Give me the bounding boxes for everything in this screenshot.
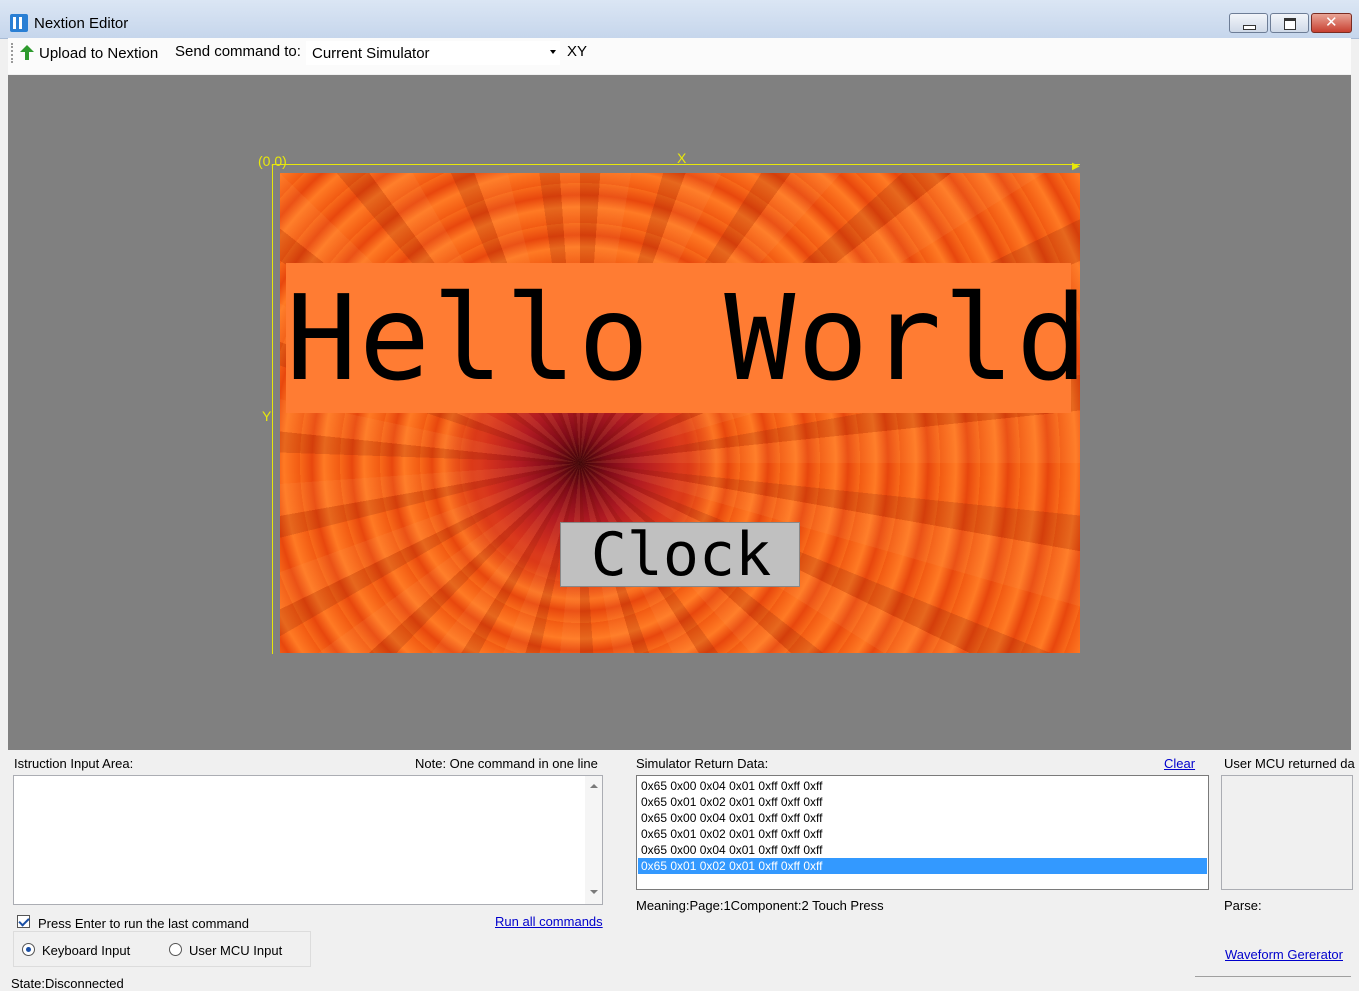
- clear-link[interactable]: Clear: [1164, 756, 1195, 771]
- minimize-button[interactable]: [1229, 13, 1268, 33]
- input-mode-group: Keyboard Input User MCU Input: [13, 931, 311, 967]
- minimize-icon: [1243, 25, 1256, 30]
- x-axis-arrow-icon: ▶: [1072, 161, 1080, 172]
- connection-state: State:Disconnected: [11, 976, 124, 991]
- meaning-text: Meaning:Page:1Component:2 Touch Press: [636, 898, 884, 913]
- xy-toggle[interactable]: XY: [567, 43, 587, 60]
- maximize-button[interactable]: [1270, 13, 1309, 33]
- simulator-return-label: Simulator Return Data:: [636, 756, 769, 771]
- upload-label: Upload to Nextion: [39, 44, 159, 62]
- return-row[interactable]: 0x65 0x01 0x02 0x01 0xff 0xff 0xff: [638, 794, 1207, 810]
- send-target-value: Current Simulator: [312, 45, 430, 62]
- title-bar: Nextion Editor ✕: [0, 0, 1359, 39]
- nextion-screen[interactable]: Hello World!!! Clock: [280, 173, 1080, 653]
- dropdown-arrow-icon: [550, 50, 556, 54]
- return-row[interactable]: 0x65 0x00 0x04 0x01 0xff 0xff 0xff: [638, 810, 1207, 826]
- hello-text-component[interactable]: Hello World!!!: [286, 263, 1080, 413]
- simulator-return-list[interactable]: 0x65 0x00 0x04 0x01 0xff 0xff 0xff 0x65 …: [636, 775, 1209, 890]
- x-axis-label: X: [677, 150, 687, 166]
- return-row[interactable]: 0x65 0x01 0x02 0x01 0xff 0xff 0xff: [638, 826, 1207, 842]
- instruction-note: Note: One command in one line: [415, 756, 598, 771]
- instruction-input-label: Istruction Input Area:: [14, 756, 134, 771]
- send-target-dropdown[interactable]: Current Simulator: [306, 41, 560, 65]
- run-all-commands-link[interactable]: Run all commands: [495, 914, 603, 929]
- scroll-up-icon[interactable]: [590, 784, 598, 788]
- mcu-returned-data[interactable]: [1221, 775, 1353, 890]
- x-axis-line: [272, 164, 1080, 165]
- close-button[interactable]: ✕: [1311, 13, 1352, 33]
- upload-arrow-icon: [20, 45, 34, 61]
- return-row[interactable]: 0x65 0x00 0x04 0x01 0xff 0xff 0xff: [638, 842, 1207, 858]
- press-enter-checkbox[interactable]: [17, 915, 30, 928]
- press-enter-label: Press Enter to run the last command: [38, 916, 249, 931]
- keyboard-input-radio[interactable]: [22, 943, 35, 956]
- window-title: Nextion Editor: [34, 15, 129, 32]
- return-row-selected[interactable]: 0x65 0x01 0x02 0x01 0xff 0xff 0xff: [638, 858, 1207, 874]
- close-icon: ✕: [1325, 14, 1338, 31]
- hello-text: Hello World!!!: [286, 269, 1080, 407]
- send-command-label: Send command to:: [175, 43, 301, 60]
- upload-to-nextion-button[interactable]: Upload to Nextion: [20, 42, 158, 64]
- status-separator: [1195, 976, 1351, 977]
- return-row[interactable]: 0x65 0x00 0x04 0x01 0xff 0xff 0xff: [638, 778, 1207, 794]
- origin-label: (0,0): [258, 153, 287, 169]
- keyboard-input-label: Keyboard Input: [42, 943, 131, 958]
- simulator-canvas: ▶ (0,0) X Y Hello World!!! Clock: [8, 75, 1351, 750]
- parse-label: Parse:: [1224, 898, 1262, 913]
- y-axis-label: Y: [262, 408, 272, 424]
- y-axis-line: [272, 164, 273, 654]
- user-mcu-input-label: User MCU Input: [189, 943, 283, 958]
- toolbar: Upload to Nextion Send command to: Curre…: [8, 38, 1351, 74]
- bottom-panel: Istruction Input Area: Note: One command…: [8, 750, 1355, 991]
- clock-button[interactable]: Clock: [560, 522, 800, 587]
- user-mcu-input-radio[interactable]: [169, 943, 182, 956]
- mcu-returned-label: User MCU returned da: [1224, 756, 1355, 771]
- toolbar-grip[interactable]: [11, 43, 15, 63]
- instruction-input[interactable]: [13, 775, 603, 905]
- instruction-scrollbar[interactable]: [585, 776, 602, 904]
- scroll-down-icon[interactable]: [590, 890, 598, 894]
- waveform-generator-link[interactable]: Waveform Gererator: [1225, 947, 1343, 962]
- clock-button-label: Clock: [590, 520, 772, 590]
- nextion-app-icon: [10, 14, 28, 32]
- maximize-icon: [1284, 18, 1296, 30]
